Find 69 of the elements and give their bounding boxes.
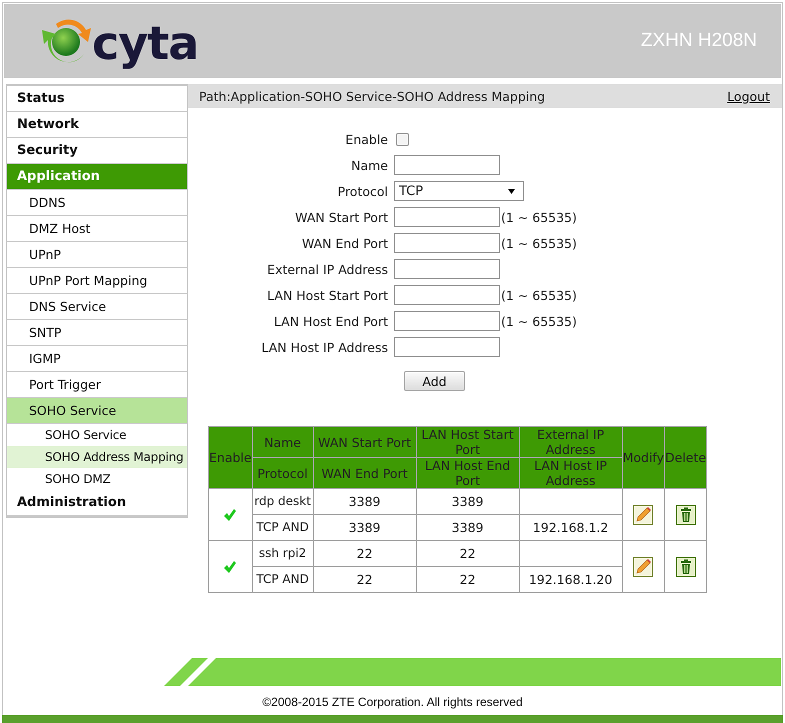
sidebar-item[interactable]: DNS Service <box>7 294 187 320</box>
field-label: External IP Address <box>266 262 389 276</box>
table-cell: 3389 <box>416 488 520 514</box>
sidebar-item[interactable]: SOHO Service <box>7 424 187 446</box>
trash-icon[interactable] <box>676 504 696 524</box>
field-label: Protocol <box>336 184 389 198</box>
text-field[interactable] <box>394 311 500 331</box>
pencil-edit-icon[interactable] <box>633 504 654 524</box>
column-header: Delete <box>664 426 707 488</box>
text-field[interactable] <box>394 259 500 279</box>
column-header: Protocol <box>252 458 314 488</box>
table-cell: 22 <box>313 566 416 592</box>
sidebar-item[interactable]: Network <box>7 112 187 138</box>
table-cell: TCP AND <box>252 514 314 540</box>
field-label: WAN End Port <box>300 236 389 250</box>
column-header: LAN Host Start Port <box>416 426 520 458</box>
field-label: Enable <box>344 132 389 146</box>
table-cell: TCP AND <box>252 566 314 592</box>
column-header: LAN Host IP Address <box>519 458 622 488</box>
enable-checkbox[interactable] <box>396 132 409 146</box>
text-field[interactable] <box>394 207 500 227</box>
column-header: Name <box>252 426 314 458</box>
range-hint: (1 ~ 65535) <box>501 236 577 250</box>
range-hint: (1 ~ 65535) <box>501 288 577 302</box>
table-cell: 22 <box>313 540 416 566</box>
sidebar-item[interactable]: Administration <box>7 490 187 516</box>
field-label: LAN Host IP Address <box>260 340 389 354</box>
sidebar-item[interactable]: SOHO DMZ <box>7 468 187 490</box>
text-field[interactable] <box>394 285 500 305</box>
table-cell: 3389 <box>416 514 520 540</box>
add-button[interactable]: Add <box>404 371 465 391</box>
sidebar-item[interactable]: SOHO Address Mapping <box>7 446 187 468</box>
text-field[interactable] <box>394 337 500 357</box>
field-label: LAN Host End Port <box>272 314 389 328</box>
field-label: Name <box>350 158 389 172</box>
trash-icon[interactable] <box>676 556 696 576</box>
field-label: WAN Start Port <box>294 210 389 224</box>
column-header: Enable <box>208 426 252 488</box>
column-header: LAN Host End Port <box>416 458 520 488</box>
logout-link[interactable]: Logout <box>727 88 770 104</box>
range-hint: (1 ~ 65535) <box>501 314 577 328</box>
sidebar-item[interactable]: Status <box>7 86 187 112</box>
sidebar-item[interactable]: IGMP <box>7 346 187 372</box>
column-header: External IP Address <box>519 426 622 458</box>
copyright-text: ©2008-2015 ZTE Corporation. All rights reserved <box>262 695 523 709</box>
sidebar-item[interactable]: DMZ Host <box>7 216 187 242</box>
text-field[interactable] <box>394 233 500 253</box>
protocol-dropdown[interactable]: TCP <box>394 181 524 201</box>
table-cell: 22 <box>416 540 520 566</box>
sidebar-item[interactable]: SOHO Service <box>7 398 187 424</box>
table-cell: 3389 <box>313 488 416 514</box>
table-cell: 3389 <box>313 514 416 540</box>
sidebar-item[interactable]: UPnP Port Mapping <box>7 268 187 294</box>
breadcrumb-path: Path:Application-SOHO Service-SOHO Address Mapping <box>199 88 546 104</box>
table-cell: rdp deskt <box>252 488 314 514</box>
sidebar-item[interactable]: DDNS <box>7 190 187 216</box>
text-field[interactable] <box>394 155 500 175</box>
dropdown-caret-icon <box>508 188 515 194</box>
sidebar-item[interactable]: UPnP <box>7 242 187 268</box>
column-header: WAN Start Port <box>313 426 416 458</box>
table-cell: ssh rpi2 <box>252 540 314 566</box>
table-cell: 22 <box>416 566 520 592</box>
range-hint: (1 ~ 65535) <box>501 210 577 224</box>
pencil-edit-icon[interactable] <box>633 556 654 576</box>
sidebar-item[interactable]: SNTP <box>7 320 187 346</box>
field-label: LAN Host Start Port <box>266 288 389 302</box>
column-header: WAN End Port <box>313 458 416 488</box>
sidebar-item[interactable]: Application <box>7 164 187 190</box>
column-header: Modify <box>622 426 664 488</box>
